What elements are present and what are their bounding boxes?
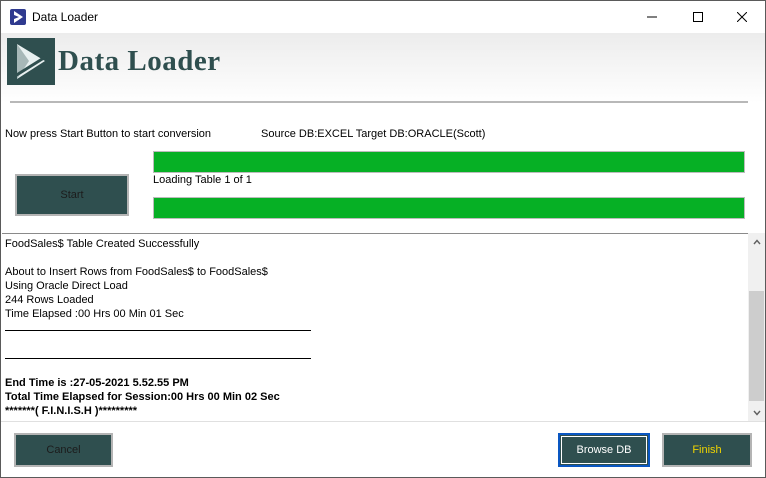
close-button[interactable] bbox=[719, 1, 765, 33]
data-loader-window: Data Loader Data Loader Now press Start … bbox=[0, 0, 766, 478]
app-header: Data Loader bbox=[1, 33, 765, 103]
log-line: Time Elapsed :00 Hrs 00 Min 01 Sec bbox=[5, 308, 184, 320]
log-line: Total Time Elapsed for Session:00 Hrs 00… bbox=[5, 391, 280, 403]
log-line: *******( F.I.N.I.S.H )********* bbox=[5, 405, 138, 417]
log-scrollbar[interactable] bbox=[748, 233, 765, 421]
header-title: Data Loader bbox=[58, 45, 221, 77]
scroll-up-button[interactable] bbox=[748, 233, 765, 250]
chevron-up-icon bbox=[752, 238, 761, 244]
minimize-icon bbox=[647, 16, 657, 18]
log-line: About to Insert Rows from FoodSales$ to … bbox=[5, 266, 268, 278]
overall-progress-fill bbox=[154, 152, 744, 172]
footer-divider bbox=[1, 421, 765, 422]
browse-db-button[interactable]: Browse DB bbox=[558, 433, 650, 467]
cancel-button[interactable]: Cancel bbox=[14, 433, 113, 467]
log-separator bbox=[5, 358, 311, 359]
app-logo-icon bbox=[10, 9, 26, 25]
log-line: FoodSales$ Table Created Successfully bbox=[5, 238, 200, 250]
log-line: Using Oracle Direct Load bbox=[5, 280, 128, 292]
log-separator bbox=[5, 330, 311, 331]
scroll-thumb[interactable] bbox=[749, 291, 764, 401]
maximize-button[interactable] bbox=[675, 1, 721, 33]
header-divider bbox=[10, 101, 748, 103]
overall-progress-bar bbox=[153, 151, 745, 173]
window-title: Data Loader bbox=[32, 10, 99, 24]
maximize-icon bbox=[693, 12, 703, 22]
scroll-down-button[interactable] bbox=[748, 404, 765, 421]
chevron-down-icon bbox=[752, 410, 761, 416]
log-line: 244 Rows Loaded bbox=[5, 294, 94, 306]
status-instruction: Now press Start Button to start conversi… bbox=[5, 128, 212, 140]
minimize-button[interactable] bbox=[629, 1, 675, 33]
finish-button[interactable]: Finish bbox=[662, 433, 752, 467]
table-progress-bar bbox=[153, 197, 745, 219]
log-panel[interactable]: FoodSales$ Table Created Successfully Ab… bbox=[2, 233, 748, 422]
table-progress-fill bbox=[154, 198, 744, 218]
title-bar: Data Loader bbox=[1, 1, 765, 33]
log-line: End Time is :27-05-2021 5.52.55 PM bbox=[5, 377, 189, 389]
progress-label: Loading Table 1 of 1 bbox=[153, 174, 252, 186]
source-target-info: Source DB:EXCEL Target DB:ORACLE(Scott) bbox=[261, 128, 486, 140]
play-logo-icon bbox=[7, 38, 55, 85]
close-icon bbox=[737, 12, 747, 22]
start-button[interactable]: Start bbox=[15, 174, 129, 216]
